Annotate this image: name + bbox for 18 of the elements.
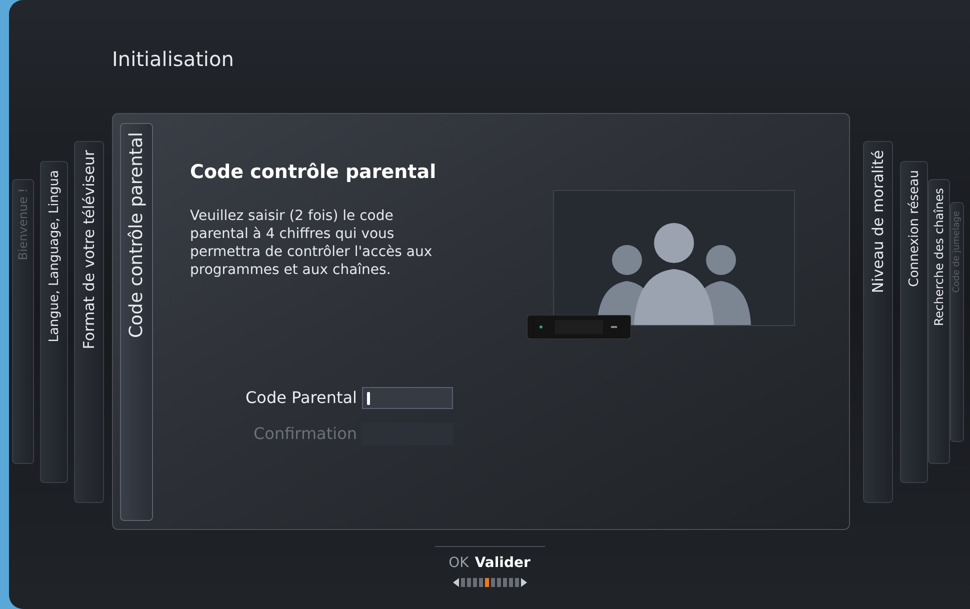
step-tab[interactable]: Connexion réseau xyxy=(900,160,928,482)
set-top-box-icon xyxy=(527,315,631,339)
right-arrow-icon[interactable] xyxy=(520,578,526,587)
step-tab[interactable]: Langue, Language, Lingua xyxy=(40,160,68,482)
step-tab[interactable]: Code contrôle parental xyxy=(120,122,153,520)
panel-heading: Code contrôle parental xyxy=(190,160,438,185)
ok-key-label: OK xyxy=(448,554,469,573)
left-arrow-icon[interactable] xyxy=(452,578,458,587)
validate-action[interactable]: Valider xyxy=(474,553,530,574)
step-tab[interactable]: Recherche des chaînes xyxy=(928,179,950,464)
code-input-field[interactable] xyxy=(362,387,453,409)
field-label: Code Parental xyxy=(244,387,357,409)
step-tab[interactable]: Format de votre téléviseur xyxy=(74,140,104,502)
description-text: Veuillez saisir (2 fois) le code parental à 4 chiffres qui vous permettra de contrôler l'accès aux programmes et aux chaînes. xyxy=(190,206,434,278)
step-tab[interactable]: Niveau de moralité xyxy=(863,140,893,502)
field-label: Confirmation xyxy=(252,423,357,445)
page-title: Initialisation xyxy=(112,46,234,73)
text-cursor xyxy=(367,392,370,404)
